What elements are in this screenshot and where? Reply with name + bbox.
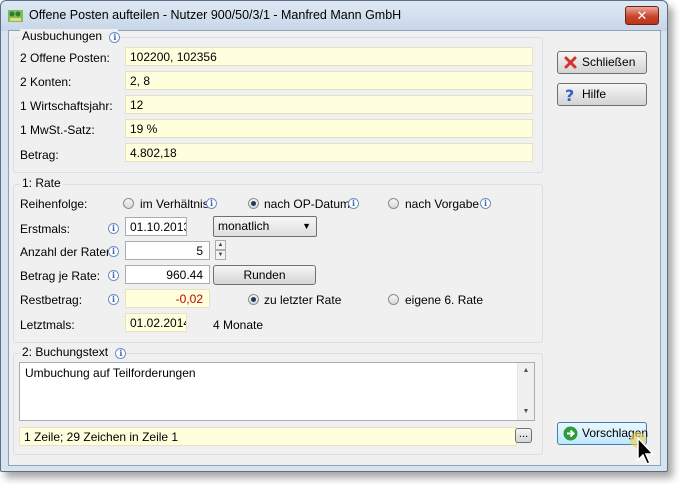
info-icon[interactable]: i — [108, 223, 119, 234]
nach-vorgabe-label[interactable]: nach Vorgabe — [405, 197, 479, 211]
betrag-label: Betrag: — [20, 148, 59, 162]
app-icon — [8, 10, 23, 22]
help-icon: ? — [565, 87, 574, 102]
interval-value: monatlich — [218, 219, 270, 233]
buchungstext-title: 2: Buchungstext i — [20, 345, 127, 359]
svg-text:?: ? — [565, 87, 574, 102]
mouse-cursor-icon — [630, 432, 654, 465]
chevron-down-icon: ▼ — [302, 221, 311, 231]
betrag-rate-label: Betrag je Rate: — [20, 269, 101, 283]
wirtschaftsjahr-field: 12 — [125, 95, 533, 114]
mwst-label: 1 MwSt.-Satz: — [20, 123, 95, 137]
dialog-client-area: Ausbuchungen i 2 Offene Posten: 102200, … — [8, 29, 661, 466]
textarea-scrollbar[interactable]: ▲ ▼ — [517, 363, 534, 420]
laufzeit-text: 4 Monate — [213, 318, 264, 332]
buchungstext-value: Umbuchung auf Teilforderungen — [25, 366, 196, 380]
reihenfolge-label: Reihenfolge: — [20, 197, 88, 211]
arrow-right-icon — [563, 426, 578, 441]
restbetrag-field: -0,02 — [125, 289, 210, 308]
info-icon[interactable]: i — [348, 198, 359, 209]
nach-op-datum-label[interactable]: nach OP-Datum — [264, 197, 350, 211]
scroll-down-icon[interactable]: ▼ — [518, 404, 534, 420]
offene-posten-label: 2 Offene Posten: — [20, 51, 110, 65]
anzahl-input[interactable]: 5 — [125, 241, 210, 260]
dialog-window: Offene Posten aufteilen - Nutzer 900/50/… — [0, 0, 668, 472]
ausbuchungen-title: Ausbuchungen i — [20, 29, 121, 43]
anzahl-label: Anzahl der Raten: — [20, 245, 117, 259]
buchungstext-textarea[interactable]: Umbuchung auf Teilforderungen ▲ ▼ — [19, 362, 535, 421]
radio-eigene-rate[interactable] — [388, 294, 399, 305]
radio-nach-vorgabe[interactable] — [388, 198, 399, 209]
mwst-field: 19 % — [125, 119, 533, 138]
anzahl-spin-up[interactable]: ▲ — [215, 240, 226, 250]
konten-label: 2 Konten: — [20, 75, 72, 89]
restbetrag-label: Restbetrag: — [20, 293, 83, 307]
im-verhaeltnis-label[interactable]: im Verhältnis — [140, 197, 209, 211]
runden-button[interactable]: Runden — [213, 265, 316, 285]
info-icon[interactable]: i — [108, 294, 119, 305]
rate-title: 1: Rate — [20, 176, 63, 190]
close-icon[interactable]: ✕ — [625, 6, 659, 25]
title-bar[interactable]: Offene Posten aufteilen - Nutzer 900/50/… — [1, 1, 667, 31]
erstmals-date-input[interactable]: 01.10.2013 — [125, 217, 187, 236]
radio-zu-letzter-rate[interactable] — [248, 294, 259, 305]
help-button-label: Hilfe — [582, 87, 607, 101]
wirtschaftsjahr-label: 1 Wirtschaftsjahr: — [20, 99, 113, 113]
zu-letzter-rate-label[interactable]: zu letzter Rate — [264, 293, 341, 307]
info-icon[interactable]: i — [109, 32, 121, 43]
close-icon — [564, 56, 577, 69]
info-icon[interactable]: i — [115, 348, 127, 359]
letztmals-label: Letztmals: — [20, 318, 75, 332]
window-title: Offene Posten aufteilen - Nutzer 900/50/… — [29, 8, 402, 22]
offene-posten-field: 102200, 102356 — [125, 47, 533, 66]
help-button[interactable]: ? Hilfe — [557, 83, 647, 106]
erstmals-label: Erstmals: — [20, 222, 71, 236]
letztmals-field: 01.02.2014 — [125, 313, 187, 332]
info-icon[interactable]: i — [108, 270, 119, 281]
info-icon[interactable]: i — [206, 198, 217, 209]
konten-field: 2, 8 — [125, 71, 533, 90]
info-icon[interactable]: i — [108, 246, 119, 257]
radio-im-verhaeltnis[interactable] — [123, 198, 134, 209]
info-icon[interactable]: i — [480, 198, 491, 209]
close-button-label: Schließen — [582, 55, 636, 69]
close-button[interactable]: Schließen — [557, 51, 647, 74]
radio-nach-op-datum[interactable] — [248, 198, 259, 209]
interval-select[interactable]: monatlich ▼ — [213, 216, 317, 237]
betrag-rate-input[interactable]: 960.44 — [125, 265, 210, 284]
buchungstext-status: 1 Zeile; 29 Zeichen in Zeile 1 — [19, 427, 517, 446]
scroll-up-icon[interactable]: ▲ — [518, 363, 534, 379]
betrag-field: 4.802,18 — [125, 143, 533, 162]
eigene-rate-label[interactable]: eigene 6. Rate — [405, 293, 483, 307]
more-button[interactable]: ... — [515, 428, 532, 443]
anzahl-spin-down[interactable]: ▼ — [215, 250, 226, 260]
